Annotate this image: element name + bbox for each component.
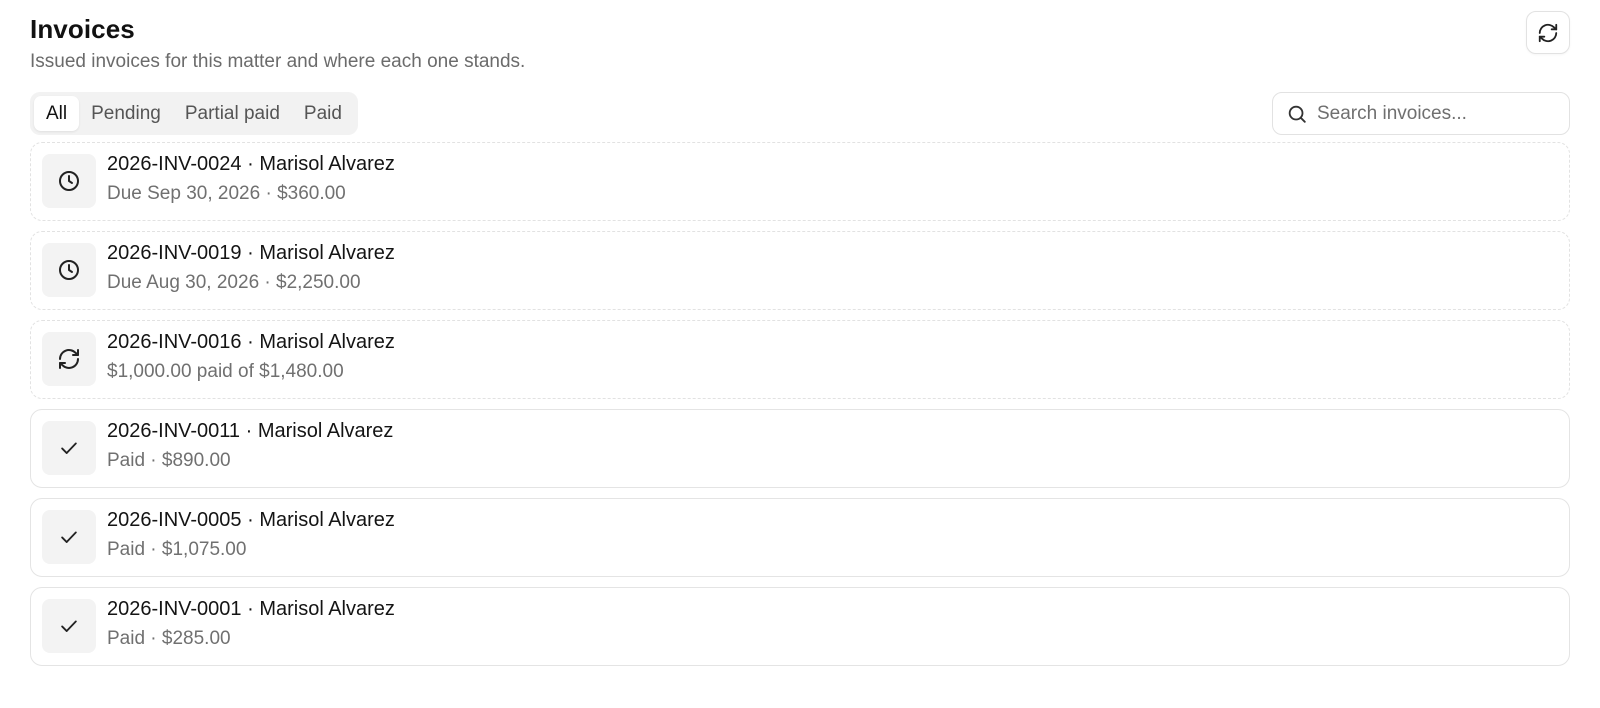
invoice-detail: Paid · $890.00 [107,450,231,471]
invoice-row[interactable]: 2026-INV-0011 · Marisol Alvarez Paid · $… [30,409,1570,488]
status-icon-box [42,154,96,208]
invoice-row[interactable]: 2026-INV-0016 · Marisol Alvarez $1,000.0… [30,320,1570,399]
invoice-detail: Due Sep 30, 2026 · $360.00 [107,183,346,204]
invoice-title: 2026-INV-0019 · Marisol Alvarez [107,242,395,264]
page-subtitle: Issued invoices for this matter and wher… [30,51,526,72]
tab-pending[interactable]: Pending [79,96,173,131]
refresh-icon [1537,22,1559,44]
clock-icon [57,169,81,193]
invoice-title: 2026-INV-0005 · Marisol Alvarez [107,509,395,531]
invoice-detail: Paid · $285.00 [107,628,231,649]
invoice-detail: $1,000.00 paid of $1,480.00 [107,361,344,382]
toolbar: All Pending Partial paid Paid Search inv… [30,80,1570,142]
search-icon [1286,103,1308,125]
invoice-row[interactable]: 2026-INV-0001 · Marisol Alvarez Paid · $… [30,587,1570,666]
refresh-icon [57,347,81,371]
invoice-row[interactable]: 2026-INV-0019 · Marisol Alvarez Due Aug … [30,231,1570,310]
page-title: Invoices [30,14,135,44]
status-icon-box [42,510,96,564]
status-icon-box [42,599,96,653]
invoice-title: 2026-INV-0024 · Marisol Alvarez [107,153,395,175]
tab-all[interactable]: All [34,96,80,131]
invoice-row[interactable]: 2026-INV-0005 · Marisol Alvarez Paid · $… [30,498,1570,577]
status-icon-box [42,243,96,297]
check-icon [58,437,80,459]
invoice-detail: Paid · $1,075.00 [107,539,247,560]
invoice-title: 2026-INV-0011 · Marisol Alvarez [107,420,394,442]
invoice-detail: Due Aug 30, 2026 · $2,250.00 [107,272,361,293]
invoice-title: 2026-INV-0016 · Marisol Alvarez [107,331,395,353]
invoice-row[interactable]: 2026-INV-0024 · Marisol Alvarez Due Sep … [30,142,1570,221]
check-icon [58,615,80,637]
status-icon-box [42,421,96,475]
header: Invoices Issued invoices for this matter… [30,0,1570,80]
invoice-list: 2026-INV-0024 · Marisol Alvarez Due Sep … [30,142,1570,666]
clock-icon [57,258,81,282]
check-icon [58,526,80,548]
search-input[interactable]: Search invoices... [1272,92,1570,135]
refresh-button[interactable] [1526,11,1570,54]
invoice-title: 2026-INV-0001 · Marisol Alvarez [107,598,395,620]
search-placeholder: Search invoices... [1317,102,1467,124]
tab-partial-paid[interactable]: Partial paid [173,96,292,131]
status-icon-box [42,332,96,386]
status-filter-tabs: All Pending Partial paid Paid [30,92,358,135]
tab-paid[interactable]: Paid [292,96,354,131]
invoices-panel: Invoices Issued invoices for this matter… [0,0,1600,708]
